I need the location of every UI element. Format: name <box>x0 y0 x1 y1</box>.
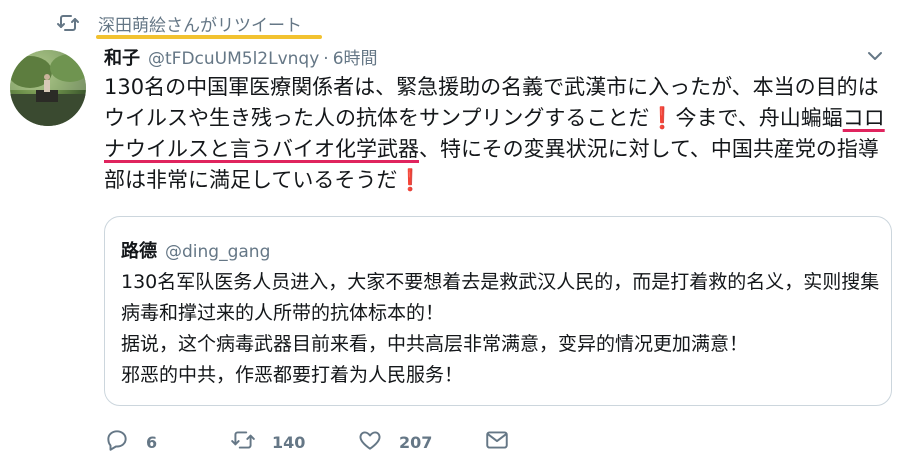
author-handle[interactable]: @tFDcuUM5l2Lvnqy <box>148 49 319 69</box>
author-name[interactable]: 和子 <box>104 44 140 70</box>
quoted-author-handle: @ding_gang <box>165 242 271 262</box>
retweet-button[interactable]: 140 <box>230 424 357 460</box>
quoted-tweet-line: 邪恶的中共，作恶都要打着为人民服务！ <box>121 364 464 386</box>
reply-count: 6 <box>146 432 158 452</box>
avatar[interactable] <box>10 50 86 126</box>
like-button[interactable]: 207 <box>357 424 484 460</box>
retweet-highlight-underline <box>96 35 322 39</box>
timestamp-link[interactable]: 6時間 <box>333 44 378 69</box>
exclamation-icon: ❗ <box>649 106 676 130</box>
action-bar: 6 140 207 <box>104 424 510 460</box>
tweet-header: 和子 @tFDcuUM5l2Lvnqy · 6時間 <box>104 44 378 70</box>
like-count: 207 <box>399 432 433 452</box>
tweet-text-segment: 今まで、舟山蝙蝠 <box>675 106 843 130</box>
quoted-author-name: 路德 <box>121 241 157 262</box>
separator-dot: · <box>323 49 329 69</box>
retweet-count: 140 <box>272 432 306 452</box>
quoted-tweet-text: 130名军队医务人员进入，大家不要想着去是救武汉人民的，而是打着救的名义，实则搜… <box>121 267 881 391</box>
like-icon <box>357 427 383 457</box>
chevron-down-icon[interactable] <box>865 46 885 66</box>
quoted-tweet-line: 130名军队医务人员进入，大家不要想着去是救武汉人民的，而是打着救的名义，实则搜… <box>121 271 880 324</box>
direct-message-button[interactable] <box>484 424 510 460</box>
quoted-tweet-header: 路德 @ding_gang <box>121 237 270 263</box>
quoted-tweet-line: 据说，这个病毒武器目前来看，中共高层非常满意，变异的情况更加满意！ <box>121 333 749 355</box>
retweet-icon <box>56 11 80 35</box>
retweet-context: 深田萌絵さんがリツイート <box>56 8 302 38</box>
message-icon <box>484 427 510 457</box>
tweet-card[interactable]: 深田萌絵さんがリツイート 和子 @tFDcuUM5l2Lvnqy · 6時間 1… <box>0 0 907 468</box>
reply-button[interactable]: 6 <box>104 424 230 460</box>
tweet-text: 130名の中国軍医療関係者は、緊急援助の名義で武漢市に入ったが、本当の目的はウイ… <box>104 72 894 196</box>
retweet-icon <box>230 427 256 457</box>
quoted-tweet[interactable]: 路德 @ding_gang 130名军队医务人员进入，大家不要想着去是救武汉人民… <box>104 216 892 406</box>
exclamation-icon: ❗ <box>397 168 424 192</box>
reply-icon <box>104 427 130 457</box>
retweeted-by-link[interactable]: 深田萌絵さんがリツイート <box>98 11 302 36</box>
